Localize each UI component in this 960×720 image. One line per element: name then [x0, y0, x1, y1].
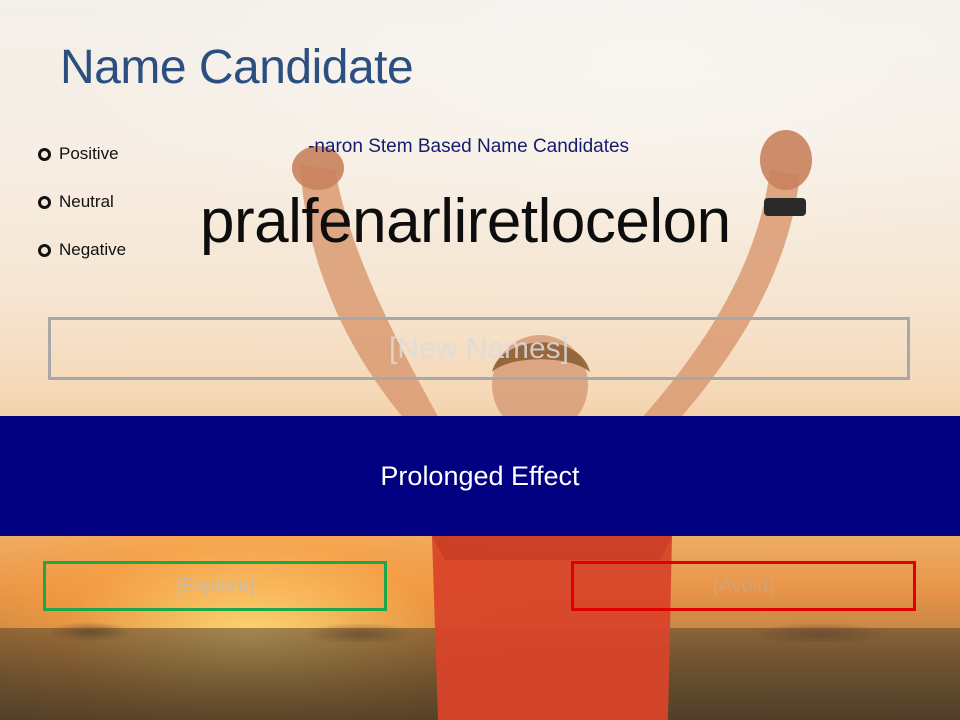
sentiment-option-positive[interactable]: Positive [38, 142, 126, 166]
sentiment-label: Positive [59, 144, 119, 163]
sentiment-option-neutral[interactable]: Neutral [38, 190, 126, 214]
explore-button[interactable]: [Explore] [43, 561, 387, 611]
sentiment-label: Negative [59, 240, 127, 259]
effect-banner: Prolonged Effect [0, 416, 960, 536]
radio-circle-icon[interactable] [38, 243, 51, 257]
sentiment-options: Positive Neutral Negative [38, 142, 126, 286]
page-title: Name Candidate [60, 41, 414, 94]
candidate-name: pralfenarliretlocelon [200, 187, 731, 256]
radio-circle-icon[interactable] [38, 195, 51, 209]
sentiment-option-negative[interactable]: Negative [38, 238, 126, 262]
radio-circle-icon[interactable] [38, 147, 51, 161]
sentiment-label: Neutral [59, 192, 114, 211]
avoid-button[interactable]: [Avoid] [571, 561, 916, 611]
new-names-field[interactable]: [New Names] [48, 317, 910, 380]
candidates-subtitle: -naron Stem Based Name Candidates [308, 136, 630, 157]
